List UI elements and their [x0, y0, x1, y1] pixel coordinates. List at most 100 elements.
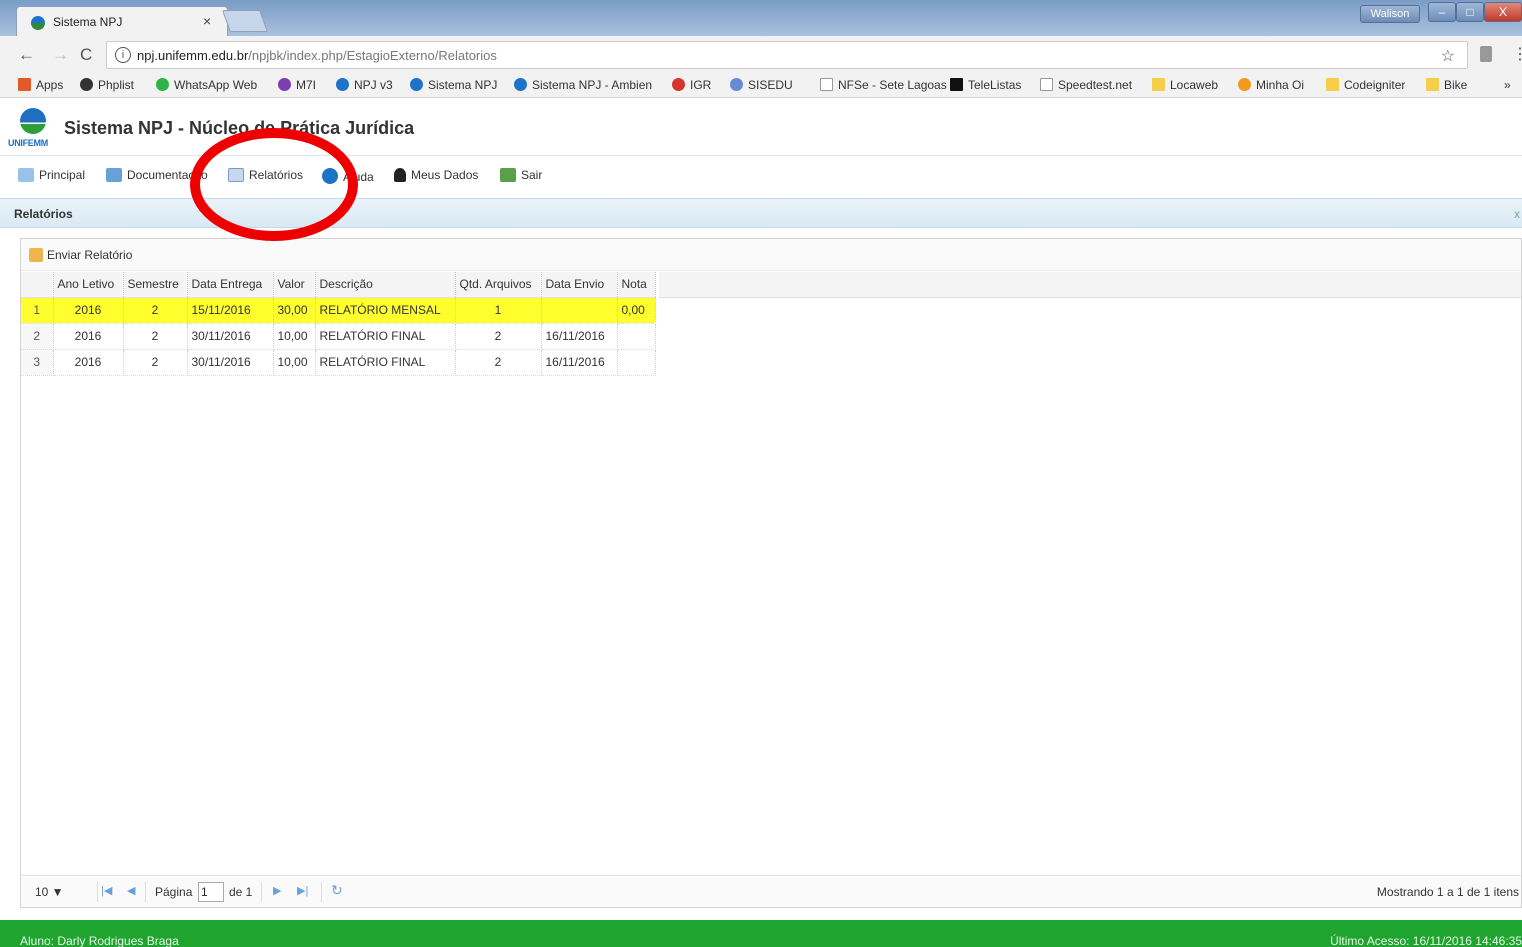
bookmark-whatsapp[interactable]: WhatsApp Web	[156, 78, 257, 92]
sisedu-icon	[730, 78, 743, 91]
folder-icon	[1326, 78, 1339, 91]
column-header[interactable]: Data Entrega	[187, 272, 274, 298]
reports-grid: Enviar Relatório Ano Letivo Semestre Dat…	[20, 238, 1522, 908]
column-header[interactable]: Descrição	[315, 272, 456, 298]
pager-divider	[321, 882, 322, 902]
bookmark-minha-oi[interactable]: Minha Oi	[1238, 78, 1304, 92]
bookmark-apps[interactable]: Apps	[18, 78, 63, 92]
grid-toolbar: Enviar Relatório	[21, 239, 1521, 271]
menu-principal[interactable]: Principal	[18, 168, 85, 182]
reload-icon[interactable]: C	[80, 45, 92, 65]
last-page-icon[interactable]: ▶|	[297, 884, 308, 897]
phplist-icon	[80, 78, 93, 91]
menu-meus-dados[interactable]: Meus Dados	[394, 168, 478, 182]
logo-circle-icon	[20, 108, 46, 134]
bookmarks-bar: Apps Phplist WhatsApp Web M7I NPJ v3 Sis…	[0, 74, 1522, 98]
page-label: Página	[155, 885, 193, 899]
column-header[interactable]: Semestre	[123, 272, 188, 298]
bookmark-sistema-npj-ambiente[interactable]: Sistema NPJ - Ambien	[514, 78, 652, 92]
cell-valor: 10,00	[273, 349, 316, 376]
document-icon	[106, 168, 122, 182]
bookmark-igr[interactable]: IGR	[672, 78, 711, 92]
page-total-label: de 1	[229, 885, 253, 899]
back-arrow-icon[interactable]: ←	[18, 45, 35, 65]
cell-data-entrega: 15/11/2016	[187, 297, 274, 324]
minimize-button[interactable]: –	[1428, 2, 1456, 22]
cell-descricao: RELATÓRIO FINAL	[315, 323, 456, 350]
enviar-relatorio-button[interactable]: Enviar Relatório	[29, 248, 132, 262]
bookmark-locaweb[interactable]: Locaweb	[1152, 78, 1218, 92]
prev-page-icon[interactable]: ◀	[127, 884, 135, 897]
npj-icon	[336, 78, 349, 91]
bookmark-sisedu[interactable]: SISEDU	[730, 78, 793, 92]
student-name: Aluno: Darly Rodrigues Braga	[20, 934, 179, 947]
bookmark-codeigniter[interactable]: Codeigniter	[1326, 78, 1405, 92]
send-report-icon	[29, 248, 43, 262]
pager-divider	[145, 882, 146, 902]
column-header[interactable]: Data Envio	[541, 272, 618, 298]
browser-tab[interactable]: Sistema NPJ ×	[16, 6, 228, 36]
whatsapp-icon	[156, 78, 169, 91]
next-page-icon[interactable]: ▶	[273, 884, 281, 897]
page-number-input[interactable]: 1	[198, 882, 224, 902]
bookmark-nfse[interactable]: NFSe - Sete Lagoas	[820, 78, 947, 92]
new-tab-button[interactable]	[221, 10, 269, 32]
url-text: npj.unifemm.edu.br/npjbk/index.php/Estag…	[137, 48, 497, 63]
site-info-icon[interactable]: i	[115, 47, 131, 63]
telelistas-icon	[950, 78, 963, 91]
bookmark-speedtest[interactable]: Speedtest.net	[1040, 78, 1132, 92]
pager-divider	[97, 882, 98, 902]
tab-close-button[interactable]: ×	[203, 13, 211, 29]
bookmark-m7i[interactable]: M7I	[278, 78, 316, 92]
cell-ano: 2016	[53, 323, 124, 350]
menu-sair[interactable]: Sair	[500, 168, 542, 182]
extension-icon[interactable]	[1480, 46, 1492, 62]
bookmark-star-icon[interactable]: ☆	[1441, 46, 1455, 66]
table-row[interactable]: 2 2016 2 30/11/2016 10,00 RELATÓRIO FINA…	[21, 323, 656, 350]
forward-arrow-icon[interactable]: →	[52, 45, 69, 65]
bookmark-phplist[interactable]: Phplist	[80, 78, 134, 92]
apps-grid-icon	[18, 78, 31, 91]
bookmark-sistema-npj[interactable]: Sistema NPJ	[410, 78, 497, 92]
bookmark-npj-v3[interactable]: NPJ v3	[336, 78, 393, 92]
cell-data-envio	[541, 297, 618, 324]
browser-menu-icon[interactable]: ⋮	[1512, 44, 1522, 64]
close-window-button[interactable]: X	[1484, 2, 1522, 22]
cell-qtd-arquivos: 2	[455, 349, 542, 376]
first-page-icon[interactable]: |◀	[101, 884, 112, 897]
column-header[interactable]: Qtd. Arquivos	[455, 272, 542, 298]
m7i-icon	[278, 78, 291, 91]
table-row[interactable]: 3 2016 2 30/11/2016 10,00 RELATÓRIO FINA…	[21, 349, 656, 376]
bookmark-telelistas[interactable]: TeleListas	[950, 78, 1021, 92]
cell-nota: 0,00	[617, 297, 656, 324]
address-bar: ← → C i npj.unifemm.edu.br/npjbk/index.p…	[0, 36, 1522, 74]
folder-icon	[1152, 78, 1165, 91]
url-input[interactable]: i npj.unifemm.edu.br/npjbk/index.php/Est…	[106, 41, 1468, 69]
table-header-row: Ano Letivo Semestre Data Entrega Valor D…	[21, 272, 656, 298]
page-icon	[1040, 78, 1053, 91]
cell-ano: 2016	[53, 297, 124, 324]
bookmark-bike[interactable]: Bike	[1426, 78, 1467, 92]
cell-semestre: 2	[123, 297, 188, 324]
folder-icon	[1426, 78, 1439, 91]
tab-title: Sistema NPJ	[53, 15, 123, 29]
refresh-icon[interactable]: ↻	[331, 882, 343, 899]
user-icon	[394, 168, 406, 182]
maximize-button[interactable]: □	[1456, 2, 1484, 22]
row-number: 2	[21, 323, 54, 350]
page-size-select[interactable]: 10 ▼	[29, 883, 77, 901]
unifemm-logo: UNIFEMM	[8, 108, 60, 152]
column-header[interactable]: Ano Letivo	[53, 272, 124, 298]
row-number: 1	[21, 297, 54, 324]
grid-pager: 10 ▼ |◀ ◀ Página 1 de 1 ▶ ▶| ↻ Mostrando…	[21, 875, 1521, 907]
column-header[interactable]: Nota	[617, 272, 656, 298]
red-highlight-circle	[190, 128, 358, 241]
cell-qtd-arquivos: 2	[455, 323, 542, 350]
status-bar: Aluno: Darly Rodrigues Braga Último Aces…	[0, 920, 1522, 947]
column-header[interactable]: Valor	[273, 272, 316, 298]
panel-close-button[interactable]: x	[1514, 207, 1520, 221]
table-row[interactable]: 1 2016 2 15/11/2016 30,00 RELATÓRIO MENS…	[21, 297, 656, 324]
bookmarks-overflow-button[interactable]: »	[1504, 78, 1511, 92]
browser-user-badge[interactable]: Walison	[1360, 5, 1420, 23]
url-path: /npjbk/index.php/EstagioExterno/Relatori…	[248, 48, 497, 63]
